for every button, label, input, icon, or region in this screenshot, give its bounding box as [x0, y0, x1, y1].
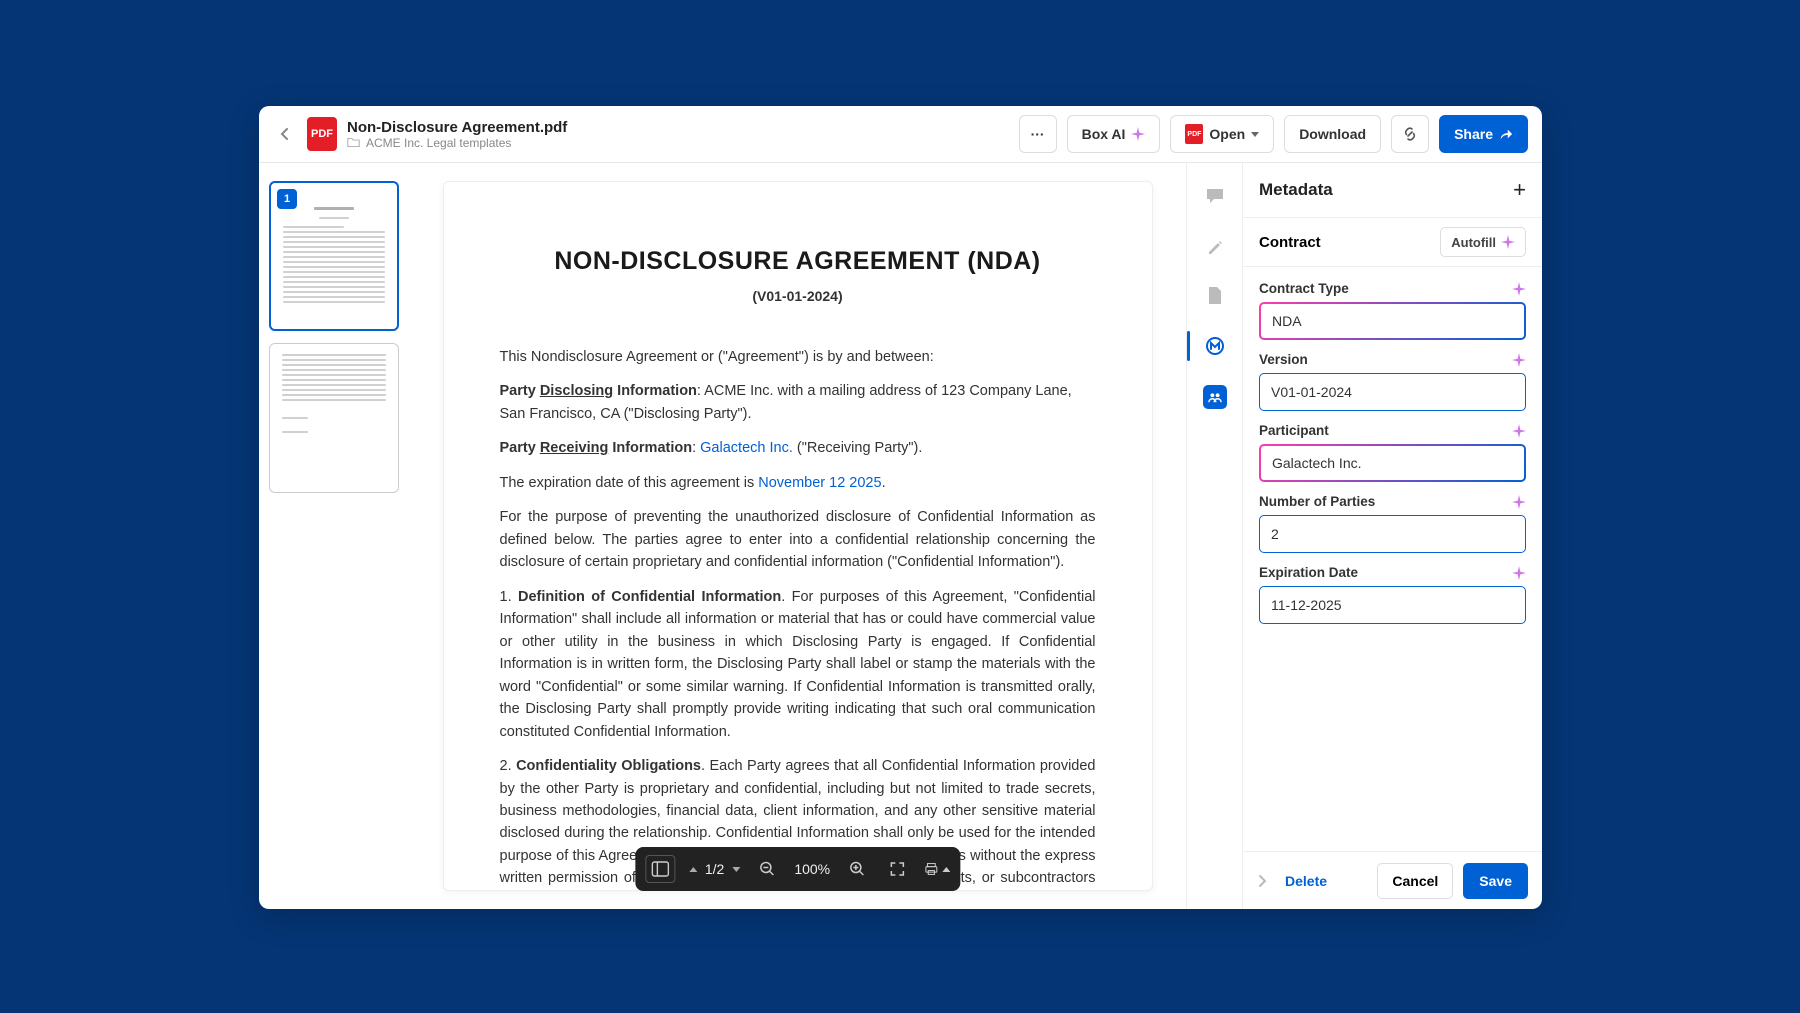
contract-type-label: Contract Type	[1259, 281, 1349, 296]
document-title: NON-DISCLOSURE AGREEMENT (NDA)	[500, 247, 1096, 276]
participant-input[interactable]	[1259, 444, 1526, 482]
document-page: NON-DISCLOSURE AGREEMENT (NDA) (V01-01-2…	[443, 181, 1153, 891]
metadata-footer: Delete Cancel Save	[1243, 851, 1542, 909]
sparkle-icon	[1512, 566, 1526, 580]
zoom-in-button[interactable]	[844, 856, 870, 882]
comments-icon[interactable]	[1204, 185, 1226, 207]
file-type-icon: PDF	[307, 117, 337, 151]
back-button[interactable]	[273, 122, 297, 146]
sparkle-icon	[1512, 282, 1526, 296]
edit-icon[interactable]	[1204, 235, 1226, 257]
thumbnail-page-1[interactable]: 1	[269, 181, 399, 331]
field-contract-type: Contract Type	[1259, 281, 1526, 340]
document-body: This Nondisclosure Agreement or ("Agreem…	[500, 346, 1096, 891]
disclosing-party-text: Party Disclosing Information: ACME Inc. …	[500, 380, 1096, 425]
next-page-button[interactable]	[732, 867, 740, 872]
intro-text: This Nondisclosure Agreement or ("Agreem…	[500, 346, 1096, 368]
sparkle-icon	[1501, 235, 1515, 249]
share-label: Share	[1454, 126, 1493, 142]
prev-page-button[interactable]	[689, 867, 697, 872]
purpose-text: For the purpose of preventing the unauth…	[500, 506, 1096, 573]
fullscreen-button[interactable]	[884, 856, 910, 882]
open-label: Open	[1209, 126, 1245, 142]
link-icon	[1402, 126, 1418, 142]
content: 1	[259, 163, 1542, 909]
box-ai-label: Box AI	[1082, 126, 1126, 142]
sharing-icon[interactable]	[1203, 385, 1227, 409]
metadata-title: Metadata	[1259, 180, 1333, 200]
zoom-out-button[interactable]	[754, 856, 780, 882]
section-1: 1. Definition of Confidential Informatio…	[500, 586, 1096, 743]
add-metadata-button[interactable]: +	[1513, 177, 1526, 203]
thumbnail-panel: 1	[259, 163, 409, 909]
file-name: Non-Disclosure Agreement.pdf	[347, 119, 567, 136]
metadata-panel: Metadata + Contract Autofill Contract Ty…	[1242, 163, 1542, 909]
viewer-toolbar: 1/2 100%	[635, 847, 960, 891]
sparkle-icon	[1512, 495, 1526, 509]
sparkle-icon	[1512, 424, 1526, 438]
more-button[interactable]: ···	[1019, 115, 1057, 153]
expiration-text: The expiration date of this agreement is…	[500, 472, 1096, 494]
share-button[interactable]: Share	[1439, 115, 1528, 153]
file-details-icon[interactable]	[1204, 285, 1226, 307]
receiving-party-text: Party Receiving Information: Galactech I…	[500, 437, 1096, 459]
field-num-parties: Number of Parties	[1259, 494, 1526, 553]
pdf-icon: PDF	[1185, 124, 1203, 144]
field-participant: Participant	[1259, 423, 1526, 482]
autofill-label: Autofill	[1451, 235, 1496, 250]
version-label: Version	[1259, 352, 1308, 367]
app-window: PDF Non-Disclosure Agreement.pdf ACME In…	[259, 106, 1542, 909]
thumbnail-page-2[interactable]	[269, 343, 399, 493]
chevron-down-icon	[1251, 132, 1259, 137]
open-button[interactable]: PDF Open	[1170, 115, 1274, 153]
expiration-input[interactable]	[1259, 586, 1526, 624]
breadcrumb[interactable]: ACME Inc. Legal templates	[347, 136, 567, 150]
receiving-party-link[interactable]: Galactech Inc.	[700, 440, 793, 456]
zoom-level: 100%	[794, 861, 830, 877]
collapse-panel-button[interactable]	[1257, 874, 1275, 888]
metadata-fields: Contract Type Version Participant	[1243, 267, 1542, 851]
save-button[interactable]: Save	[1463, 863, 1528, 899]
document-subtitle: (V01-01-2024)	[500, 288, 1096, 304]
sparkle-icon	[1131, 127, 1145, 141]
field-version: Version	[1259, 352, 1526, 411]
toggle-sidebar-button[interactable]	[645, 855, 675, 883]
participant-label: Participant	[1259, 423, 1329, 438]
folder-icon	[347, 136, 360, 149]
delete-button[interactable]: Delete	[1285, 873, 1327, 889]
right-rail	[1186, 163, 1242, 909]
breadcrumb-text: ACME Inc. Legal templates	[366, 136, 511, 150]
metadata-icon[interactable]	[1204, 335, 1226, 357]
page-navigator: 1/2	[689, 861, 740, 877]
box-ai-button[interactable]: Box AI	[1067, 115, 1161, 153]
expiration-link[interactable]: November 12 2025	[758, 475, 881, 491]
download-button[interactable]: Download	[1284, 115, 1381, 153]
num-parties-label: Number of Parties	[1259, 494, 1375, 509]
link-button[interactable]	[1391, 115, 1429, 153]
page-number-badge: 1	[277, 189, 297, 209]
page-indicator: 1/2	[705, 861, 724, 877]
metadata-section-header: Contract Autofill	[1243, 217, 1542, 267]
autofill-button[interactable]: Autofill	[1440, 227, 1526, 257]
print-button[interactable]	[924, 856, 950, 882]
field-expiration: Expiration Date	[1259, 565, 1526, 624]
cancel-button[interactable]: Cancel	[1377, 863, 1453, 899]
title-block: Non-Disclosure Agreement.pdf ACME Inc. L…	[347, 119, 567, 150]
topbar: PDF Non-Disclosure Agreement.pdf ACME In…	[259, 106, 1542, 163]
section-title: Contract	[1259, 234, 1321, 251]
num-parties-input[interactable]	[1259, 515, 1526, 553]
document-viewer: NON-DISCLOSURE AGREEMENT (NDA) (V01-01-2…	[409, 163, 1186, 909]
contract-type-input[interactable]	[1259, 302, 1526, 340]
sparkle-icon	[1512, 353, 1526, 367]
version-input[interactable]	[1259, 373, 1526, 411]
chevron-up-icon	[942, 867, 950, 872]
share-arrow-icon	[1499, 127, 1513, 141]
metadata-header: Metadata +	[1243, 163, 1542, 217]
expiration-label: Expiration Date	[1259, 565, 1358, 580]
